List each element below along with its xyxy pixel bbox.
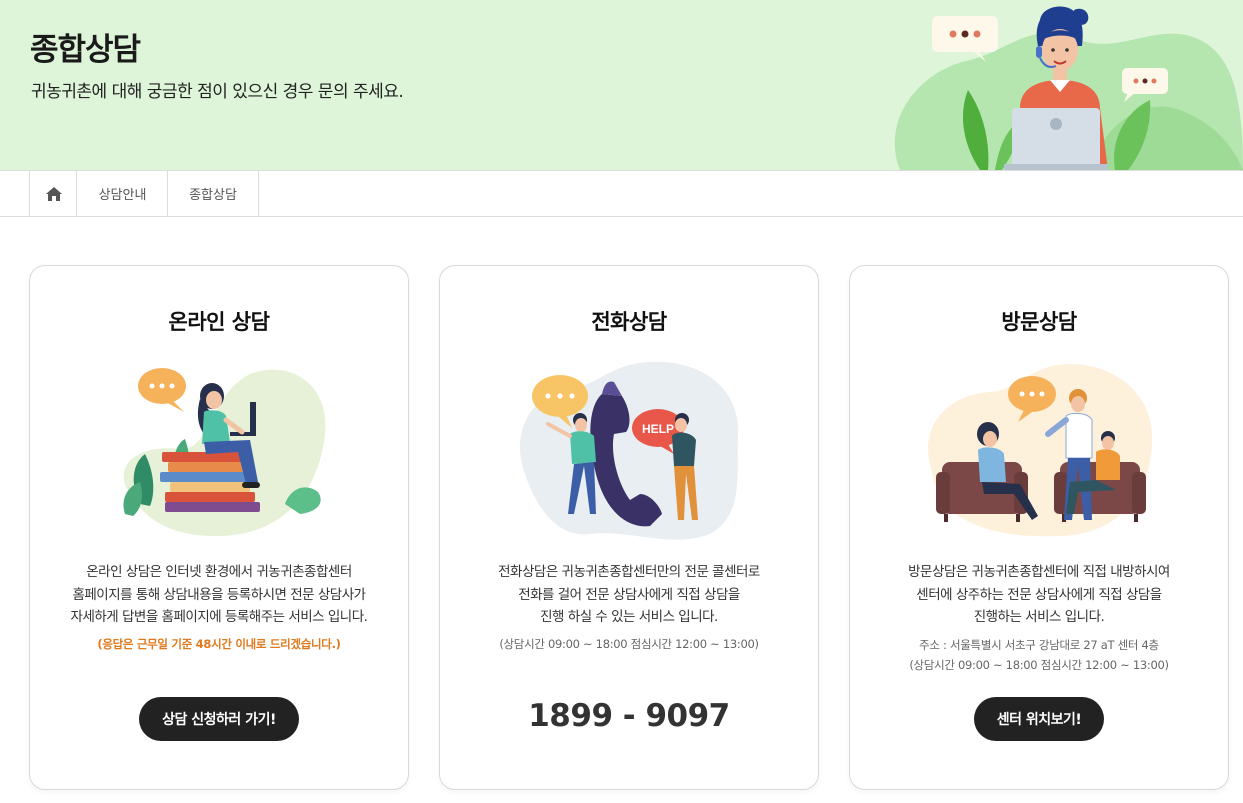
page-banner: 종합상담 귀농귀촌에 대해 궁금한 점이 있으신 경우 문의 주세요. xyxy=(0,0,1243,170)
phone-number[interactable]: 1899 - 9097 xyxy=(440,698,818,734)
breadcrumb: 상담안내 종합상담 xyxy=(0,170,1243,217)
page-subtitle: 귀농귀촌에 대해 궁금한 점이 있으신 경우 문의 주세요. xyxy=(31,82,404,102)
desc-line: 센터에 상주하는 전문 상담사에게 직접 상담을 xyxy=(916,586,1162,603)
consult-hours-note: (상담시간 09:00 ~ 18:00 점심시간 12:00 ~ 13:00) xyxy=(499,637,759,651)
desc-line: 홈페이지를 통해 상담내용을 등록하시면 전문 상담사가 xyxy=(72,586,366,603)
card-description: 전화상담은 귀농귀촌종합센터만의 전문 콜센터로 전화를 걸어 전문 상담사에게… xyxy=(450,561,808,629)
desc-line: 진행하는 서비스 입니다. xyxy=(973,609,1105,625)
card-title: 전화상담 xyxy=(591,310,667,334)
desc-line: 진행 하실 수 있는 서비스 입니다. xyxy=(540,609,718,625)
response-time-note: (응답은 근무일 기준 48시간 이내로 드리겠습니다.) xyxy=(97,637,341,651)
help-bubble-text: HELP xyxy=(642,422,674,436)
phone-consult-illustration: HELP xyxy=(520,361,739,540)
breadcrumb-item-consult-guide[interactable]: 상담안내 xyxy=(76,171,168,216)
online-consult-illustration xyxy=(123,368,326,537)
breadcrumb-home[interactable] xyxy=(29,171,77,216)
visit-consult-illustration xyxy=(928,364,1153,537)
desc-line: 자세하게 답변을 홈페이지에 등록해주는 서비스 입니다. xyxy=(70,609,368,625)
apply-consult-button[interactable]: 상담 신청하러 가기! xyxy=(139,697,299,741)
desc-line: 방문상담은 귀농귀촌종합센터에 직접 내방하시여 xyxy=(908,564,1170,580)
home-icon xyxy=(45,186,62,201)
card-phone-consult: 전화상담 HELP 전화상담은 귀농귀촌종합센터만의 전문 콜센터로 전화를 걸… xyxy=(439,265,819,790)
card-online-consult: 온라인 상담 온라인 상담은 인터넷 환경에서 귀농귀촌종합센터 홈페이지를 통… xyxy=(29,265,409,790)
consult-hours-note: (상담시간 09:00 ~ 18:00 점심시간 12:00 ~ 13:00) xyxy=(909,658,1169,672)
card-title: 온라인 상담 xyxy=(168,310,270,334)
card-description: 온라인 상담은 인터넷 환경에서 귀농귀촌종합센터 홈페이지를 통해 상담내용을… xyxy=(40,561,398,629)
breadcrumb-item-general-consult[interactable]: 종합상담 xyxy=(167,171,259,216)
card-title: 방문상담 xyxy=(1001,310,1077,334)
card-visit-consult: 방문상담 방문상담은 귀농귀촌종합센터에 직접 내방하시여 센터에 상주하는 전… xyxy=(849,265,1229,790)
center-address: 주소 : 서울특별시 서초구 강남대로 27 aT 센터 4층 xyxy=(919,638,1159,652)
page-title: 종합상담 xyxy=(30,32,141,68)
desc-line: 전화를 걸어 전문 상담사에게 직접 상담을 xyxy=(518,586,740,603)
desc-line: 온라인 상담은 인터넷 환경에서 귀농귀촌종합센터 xyxy=(86,564,352,580)
desc-line: 전화상담은 귀농귀촌종합센터만의 전문 콜센터로 xyxy=(498,564,760,580)
card-description: 방문상담은 귀농귀촌종합센터에 직접 내방하시여 센터에 상주하는 전문 상담사… xyxy=(860,561,1218,629)
center-location-button[interactable]: 센터 위치보기! xyxy=(974,697,1104,741)
consultant-illustration xyxy=(894,6,1243,170)
